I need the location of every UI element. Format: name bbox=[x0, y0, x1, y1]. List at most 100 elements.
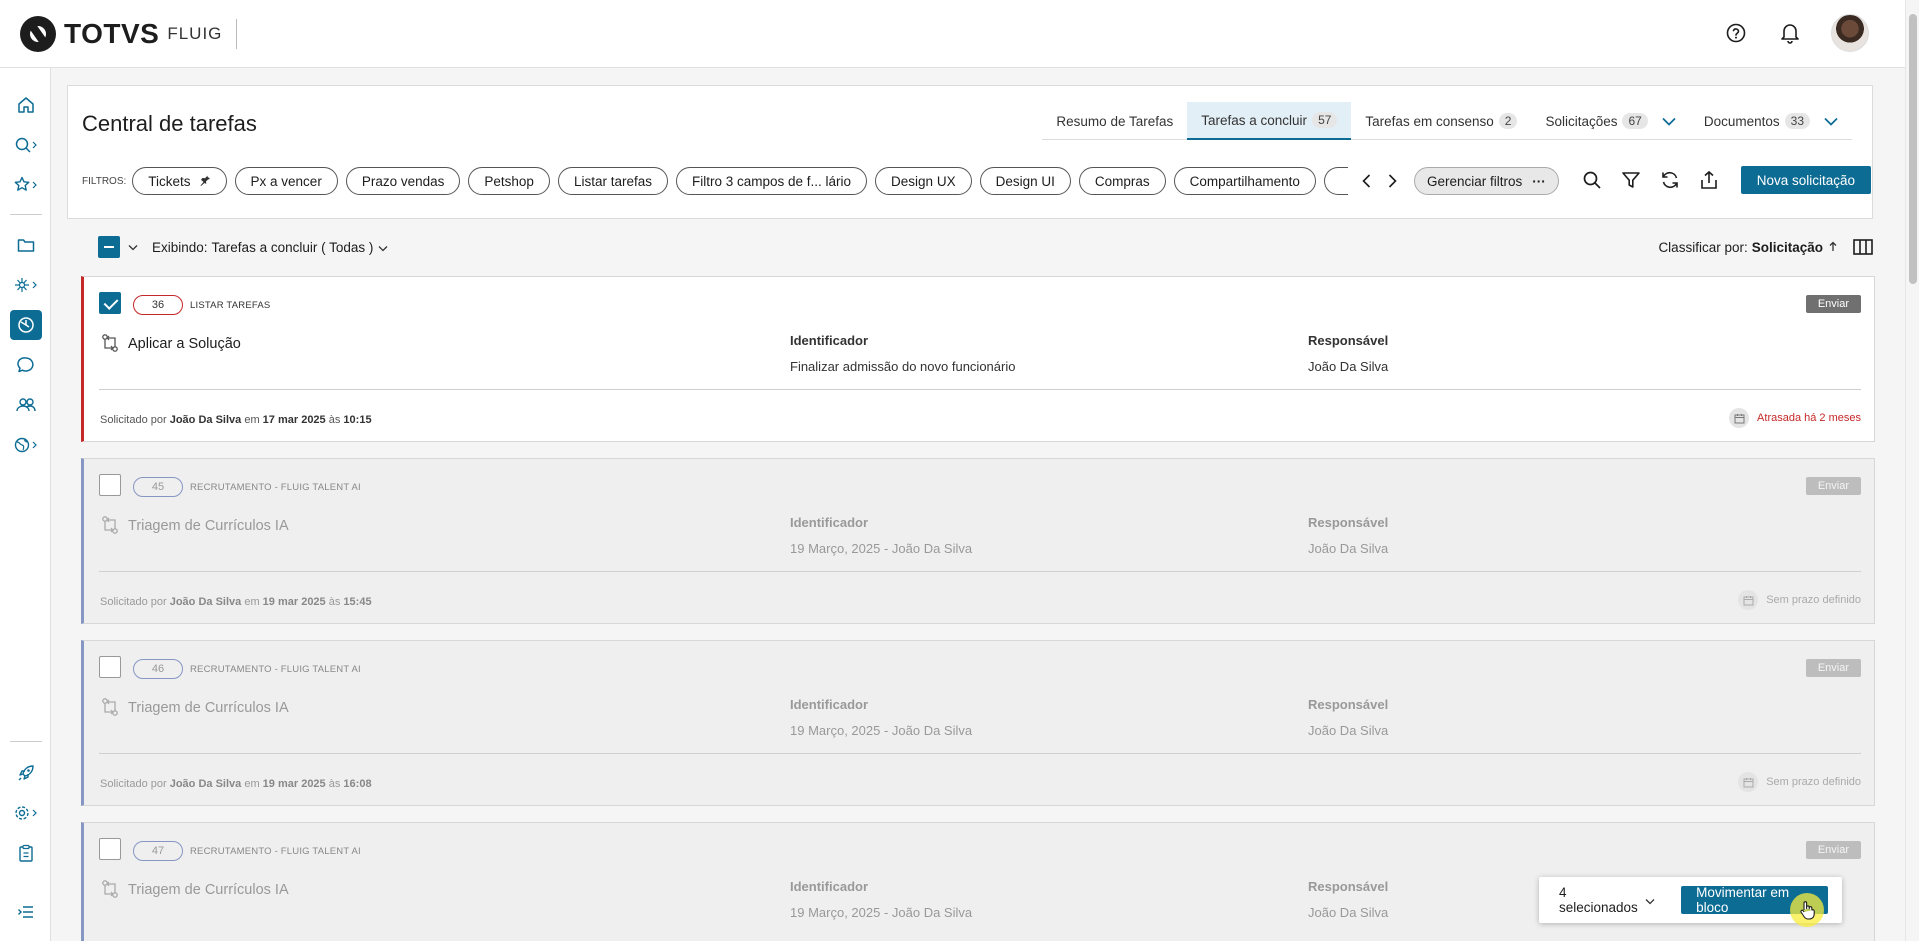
home-icon[interactable] bbox=[10, 90, 42, 120]
card-divider bbox=[99, 571, 1861, 572]
filter-chip[interactable]: Prazo vendas bbox=[345, 167, 461, 195]
notification-bell-icon[interactable] bbox=[1777, 20, 1803, 46]
brand-name: TOTVS bbox=[64, 18, 160, 49]
chevron-down-icon[interactable] bbox=[1662, 114, 1676, 129]
request-info: Solicitado por João Da Silva em 19 mar 2… bbox=[100, 778, 372, 790]
deadline-text: Sem prazo definido bbox=[1766, 776, 1861, 788]
task-checkbox[interactable] bbox=[99, 292, 121, 314]
request-time: 10:15 bbox=[343, 414, 372, 426]
task-name[interactable]: Aplicar a Solução bbox=[128, 336, 241, 352]
requester-name: João Da Silva bbox=[169, 778, 242, 790]
totvs-logo[interactable]: TOTVS FLUIG bbox=[20, 15, 238, 53]
search-icon[interactable] bbox=[1581, 169, 1603, 191]
view-selector[interactable]: Exibindo: Tarefas a concluir ( Todas ) bbox=[152, 240, 388, 255]
selected-count-dropdown[interactable]: 4 selecionados bbox=[1559, 885, 1655, 915]
task-checkbox[interactable] bbox=[99, 656, 121, 678]
filter-chip[interactable]: Petshop bbox=[468, 167, 550, 195]
tab-count-badge: 2 bbox=[1498, 113, 1518, 129]
responsible-label: Responsável bbox=[1308, 697, 1389, 712]
requester-name: João Da Silva bbox=[169, 596, 242, 608]
chevron-down-icon[interactable] bbox=[1824, 114, 1838, 129]
filter-chip-partial[interactable] bbox=[1323, 167, 1348, 195]
left-navigation bbox=[0, 68, 51, 941]
columns-layout-icon[interactable] bbox=[1853, 238, 1873, 256]
filter-chip[interactable]: Tickets bbox=[132, 167, 227, 195]
request-time: 15:45 bbox=[343, 596, 372, 608]
send-button[interactable]: Enviar bbox=[1805, 477, 1861, 495]
help-icon[interactable] bbox=[1723, 20, 1749, 46]
workflow-sparkle-icon[interactable] bbox=[10, 270, 42, 300]
task-card[interactable]: 45 RECRUTAMENTO - FLUIG TALENT AI Enviar… bbox=[81, 458, 1875, 624]
chat-icon[interactable] bbox=[10, 350, 42, 380]
responsible-value: João Da Silva bbox=[1308, 905, 1389, 920]
tab-requests[interactable]: Solicitações 67 bbox=[1531, 102, 1689, 140]
task-checkbox[interactable] bbox=[99, 474, 121, 496]
chevron-right-icon[interactable] bbox=[1382, 167, 1404, 195]
tab-bar: Resumo de Tarefas Tarefas a concluir 57 … bbox=[1042, 102, 1852, 140]
task-center-icon[interactable] bbox=[10, 310, 42, 340]
new-request-button[interactable]: Nova solicitação bbox=[1740, 166, 1871, 194]
send-button[interactable]: Enviar bbox=[1805, 295, 1861, 313]
scrollbar-thumb[interactable] bbox=[1909, 14, 1917, 284]
showing-value: Tarefas a concluir ( Todas ) bbox=[211, 239, 374, 255]
tab-label: Documentos bbox=[1703, 113, 1780, 129]
task-center-header: Central de tarefas Resumo de Tarefas Tar… bbox=[67, 85, 1873, 219]
send-button[interactable]: Enviar bbox=[1805, 841, 1861, 859]
filter-chip-label: Petshop bbox=[484, 173, 534, 189]
user-avatar[interactable] bbox=[1831, 14, 1869, 52]
favorites-star-icon[interactable] bbox=[10, 170, 42, 200]
tab-label: Solicitações bbox=[1545, 113, 1618, 129]
search-menu-icon[interactable] bbox=[10, 130, 42, 160]
chevron-down-icon bbox=[378, 240, 388, 255]
header-actions: Nova solicitação bbox=[1581, 166, 1871, 194]
identifier-value: 19 Março, 2025 - João Da Silva bbox=[790, 541, 973, 556]
vertical-scrollbar[interactable] bbox=[1905, 0, 1919, 941]
workflow-step-icon bbox=[100, 697, 120, 717]
list-toolbar: Exibindo: Tarefas a concluir ( Todas ) C… bbox=[98, 235, 1873, 259]
filter-chip[interactable]: Design UX bbox=[875, 167, 972, 195]
filter-funnel-icon[interactable] bbox=[1620, 169, 1642, 191]
communities-icon[interactable] bbox=[10, 390, 42, 420]
task-card[interactable]: 46 RECRUTAMENTO - FLUIG TALENT AI Enviar… bbox=[81, 640, 1875, 806]
send-button[interactable]: Enviar bbox=[1805, 659, 1861, 677]
filter-chip-label: Design UX bbox=[891, 173, 956, 189]
select-all-checkbox[interactable] bbox=[98, 236, 120, 258]
filter-chip[interactable]: Listar tarefas bbox=[557, 167, 668, 195]
expand-menu-icon[interactable] bbox=[10, 897, 42, 927]
task-name[interactable]: Triagem de Currículos IA bbox=[128, 518, 289, 534]
rocket-icon[interactable] bbox=[10, 758, 42, 788]
clipboard-icon[interactable] bbox=[10, 838, 42, 868]
tab-documents[interactable]: Documentos 33 bbox=[1690, 102, 1852, 140]
globe-icon[interactable] bbox=[10, 430, 42, 460]
export-share-icon[interactable] bbox=[1698, 169, 1720, 191]
folder-icon[interactable] bbox=[10, 230, 42, 260]
sort-selector[interactable]: Classificar por: Solicitação bbox=[1658, 240, 1837, 255]
task-number-badge: 47 bbox=[133, 841, 183, 861]
request-date: 17 mar 2025 bbox=[262, 414, 326, 426]
filter-chip[interactable]: Compras bbox=[1078, 167, 1166, 195]
filter-chip[interactable]: Px a vencer bbox=[234, 167, 338, 195]
filter-bar: FILTROS: Tickets Px a vencer Prazo venda… bbox=[82, 166, 1559, 196]
tab-task-summary[interactable]: Resumo de Tarefas bbox=[1042, 102, 1187, 140]
chevron-down-icon[interactable] bbox=[128, 238, 138, 256]
deadline-text: Sem prazo definido bbox=[1766, 594, 1861, 606]
task-checkbox[interactable] bbox=[99, 838, 121, 860]
selected-count: 4 selecionados bbox=[1559, 885, 1638, 915]
chevron-down-icon bbox=[1645, 893, 1655, 908]
task-name[interactable]: Triagem de Currículos IA bbox=[128, 700, 289, 716]
task-card[interactable]: 36 LISTAR TAREFAS Enviar Aplicar a Soluç… bbox=[81, 276, 1875, 442]
tab-tasks-to-complete[interactable]: Tarefas a concluir 57 bbox=[1187, 102, 1352, 140]
filter-chip[interactable]: Filtro 3 campos de f... lário bbox=[675, 167, 868, 195]
filter-chip[interactable]: Compartilhamento bbox=[1173, 167, 1316, 195]
calendar-icon bbox=[1738, 590, 1759, 610]
manage-filters-button[interactable]: Gerenciar filtros ··· bbox=[1413, 167, 1559, 195]
manage-filters-label: Gerenciar filtros bbox=[1426, 173, 1523, 189]
product-name: FLUIG bbox=[167, 24, 223, 43]
filter-chip[interactable]: Design UI bbox=[979, 167, 1071, 195]
settings-gear-icon[interactable] bbox=[10, 798, 42, 828]
task-name[interactable]: Triagem de Currículos IA bbox=[128, 882, 289, 898]
responsible-value: João Da Silva bbox=[1308, 359, 1389, 374]
refresh-icon[interactable] bbox=[1659, 169, 1681, 191]
chevron-left-icon[interactable] bbox=[1356, 167, 1378, 195]
tab-consensus-tasks[interactable]: Tarefas em consenso 2 bbox=[1351, 102, 1531, 140]
